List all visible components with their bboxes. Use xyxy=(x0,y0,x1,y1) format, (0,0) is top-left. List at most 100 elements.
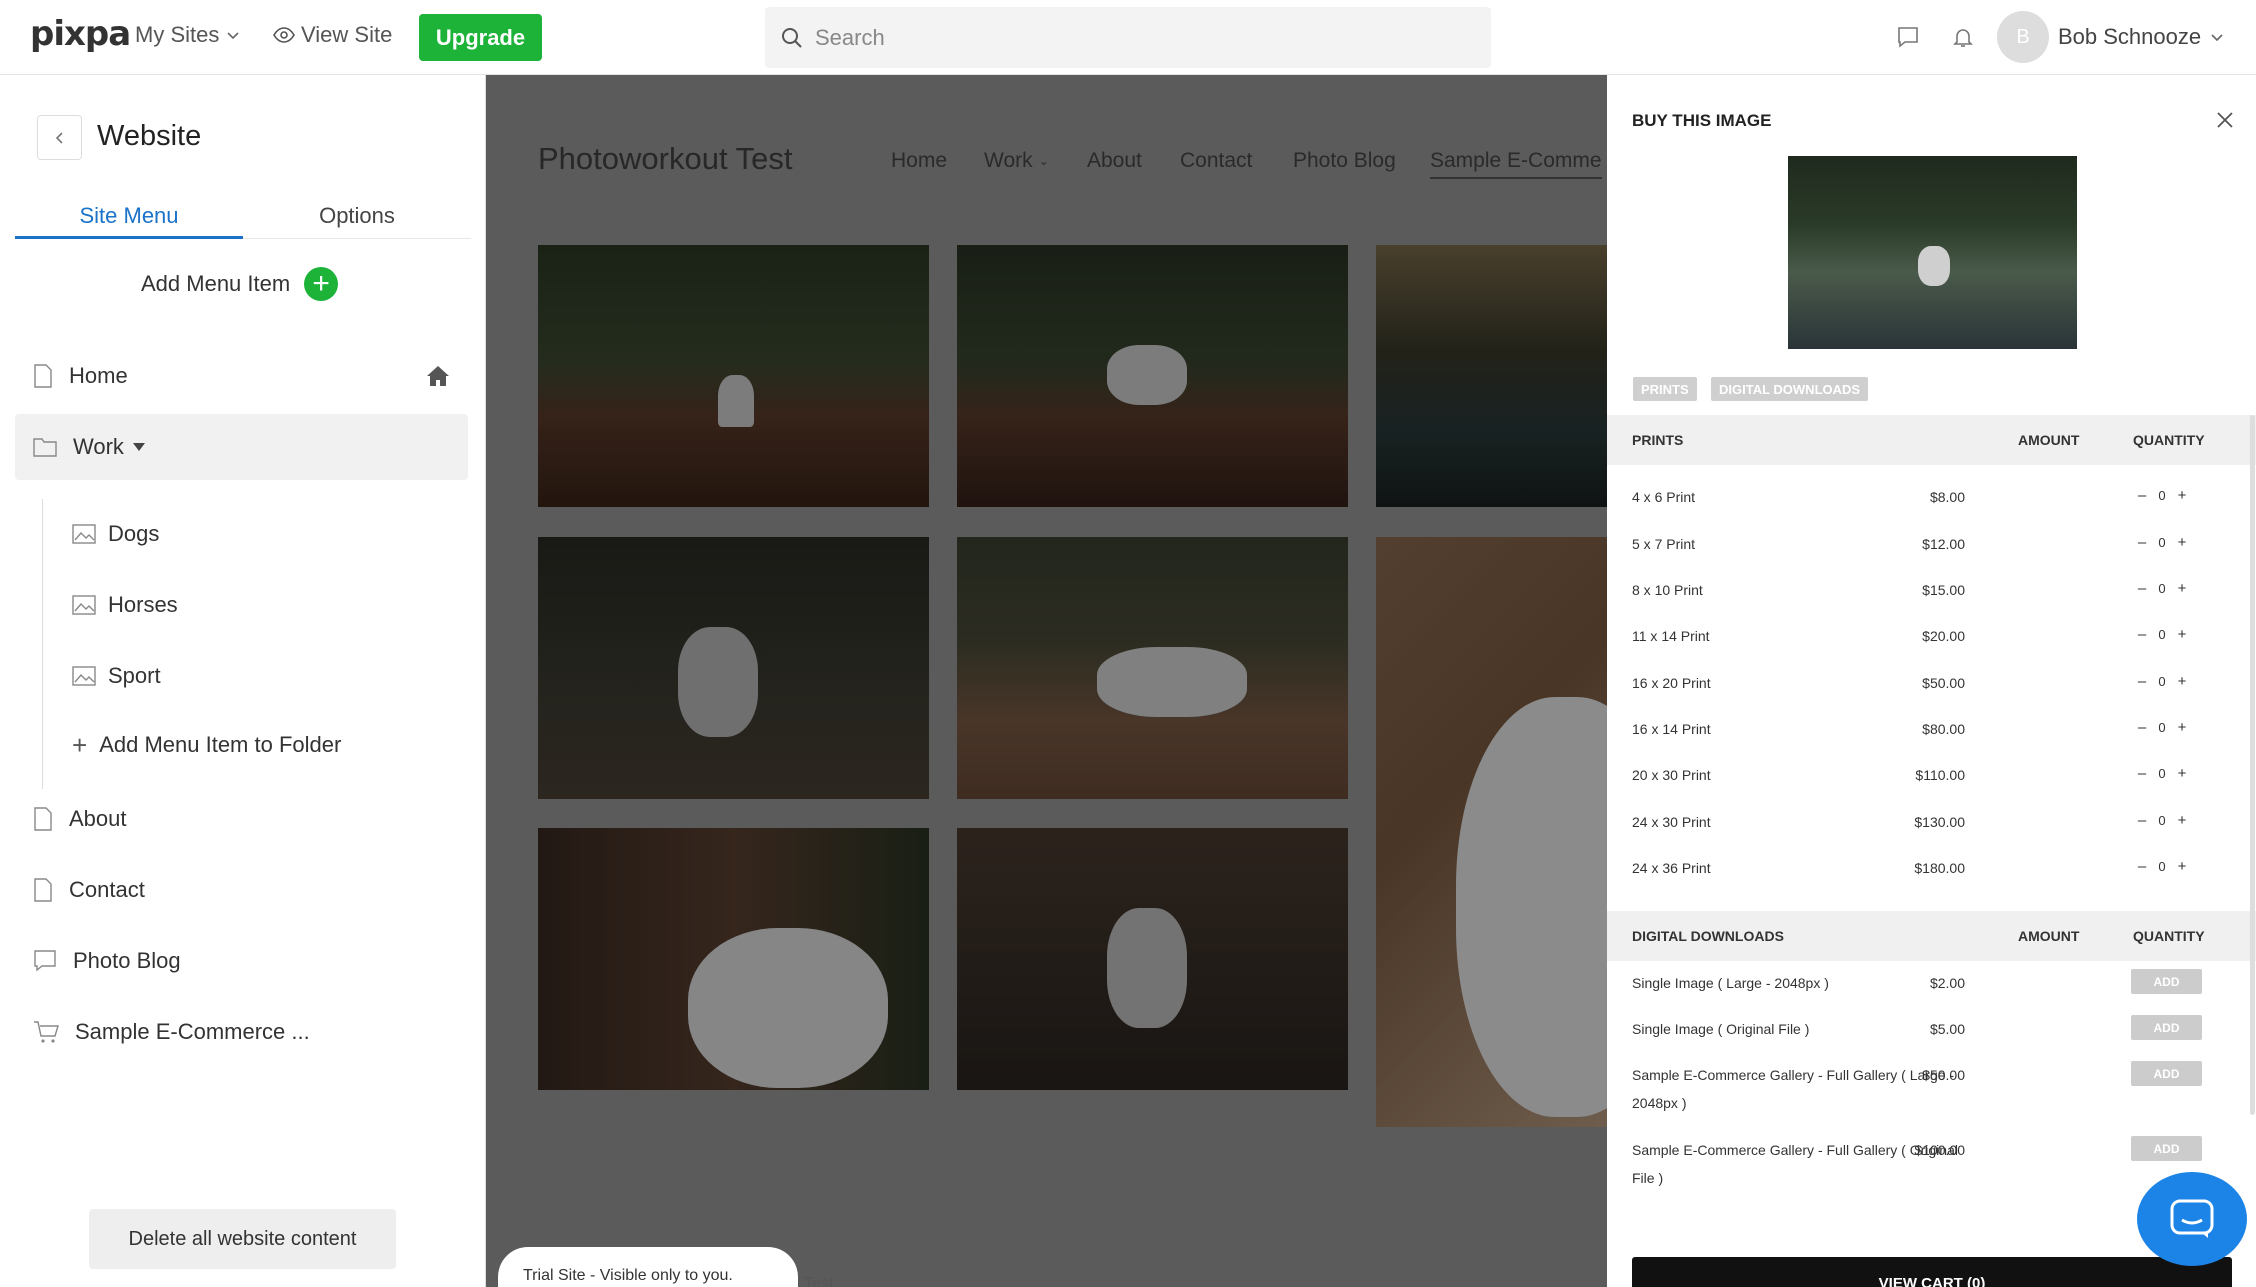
minus-icon[interactable]: – xyxy=(2132,487,2152,504)
plus-icon[interactable]: + xyxy=(2172,719,2192,736)
sidebar-item-work[interactable]: Work xyxy=(15,414,468,480)
print-amount: $130.00 xyxy=(1914,814,1965,830)
add-download-button[interactable]: ADD xyxy=(2131,1136,2202,1161)
site-nav-work[interactable]: Work ⌄ xyxy=(984,149,1049,173)
minus-icon[interactable]: – xyxy=(2132,673,2152,690)
quantity-stepper: –0 + xyxy=(2132,673,2192,690)
download-amount: $50.00 xyxy=(1922,1067,1965,1083)
tab-options[interactable]: Options xyxy=(243,203,471,239)
bell-icon[interactable] xyxy=(1948,22,1978,52)
minus-icon[interactable]: – xyxy=(2132,719,2152,736)
print-amount: $8.00 xyxy=(1929,489,1965,505)
tab-site-menu[interactable]: Site Menu xyxy=(15,203,243,239)
plus-icon[interactable]: + xyxy=(2172,673,2192,690)
add-download-button[interactable]: ADD xyxy=(2131,1061,2202,1086)
site-nav-photo-blog[interactable]: Photo Blog xyxy=(1293,149,1396,173)
delete-all-content-button[interactable]: Delete all website content xyxy=(89,1209,396,1269)
sidebar-item-dogs[interactable]: Dogs xyxy=(42,504,159,564)
eye-icon xyxy=(273,27,295,43)
caret-down-icon xyxy=(132,443,145,451)
plus-icon[interactable]: + xyxy=(2172,858,2192,875)
sidebar: Website Site Menu Options Add Menu Item … xyxy=(0,75,486,1287)
chevron-down-icon: ⌄ xyxy=(1038,154,1049,168)
minus-icon[interactable]: – xyxy=(2132,626,2152,643)
chat-icon[interactable] xyxy=(1893,22,1923,52)
search-input[interactable] xyxy=(815,24,1415,51)
top-bar: pixpa My Sites View Site Upgrade B Bob S… xyxy=(0,0,2256,75)
back-button[interactable] xyxy=(37,115,82,160)
download-amount: $100.00 xyxy=(1914,1142,1965,1158)
prints-col-name: PRINTS xyxy=(1632,432,1684,448)
add-download-button[interactable]: ADD xyxy=(2131,1015,2202,1040)
quantity-value: 0 xyxy=(2158,859,2166,874)
quantity-value: 0 xyxy=(2158,766,2166,781)
avatar[interactable]: B xyxy=(1997,11,2049,63)
site-nav-contact[interactable]: Contact xyxy=(1180,149,1252,173)
prints-col-quantity: QUANTITY xyxy=(2133,432,2205,448)
minus-icon[interactable]: – xyxy=(2132,812,2152,829)
add-menu-item-to-folder[interactable]: + Add Menu Item to Folder xyxy=(42,715,341,775)
sidebar-item-home[interactable]: Home xyxy=(15,343,468,409)
sidebar-item-label: Photo Blog xyxy=(73,948,181,973)
panel-scrollbar[interactable] xyxy=(2250,415,2255,1115)
sidebar-item-contact[interactable]: Contact xyxy=(15,857,468,923)
gallery-photo[interactable] xyxy=(957,245,1348,507)
gallery-photo[interactable] xyxy=(1376,245,1607,507)
add-download-button[interactable]: ADD xyxy=(2131,969,2202,994)
sidebar-item-ecommerce[interactable]: Sample E-Commerce ... xyxy=(15,999,468,1065)
add-to-folder-label: Add Menu Item to Folder xyxy=(99,732,342,757)
print-name: 5 x 7 Print xyxy=(1632,536,1696,552)
sidebar-title: Website xyxy=(97,120,202,152)
sidebar-item-photo-blog[interactable]: Photo Blog xyxy=(15,928,468,994)
quantity-value: 0 xyxy=(2158,674,2166,689)
prints-tag[interactable]: PRINTS xyxy=(1633,377,1697,401)
sidebar-item-label: Home xyxy=(69,363,128,388)
upgrade-button[interactable]: Upgrade xyxy=(419,14,542,61)
plus-icon[interactable]: + xyxy=(2172,534,2192,551)
digital-downloads-tag[interactable]: DIGITAL DOWNLOADS xyxy=(1711,377,1869,401)
site-title[interactable]: Photoworkout Test xyxy=(538,141,792,177)
minus-icon[interactable]: – xyxy=(2132,765,2152,782)
downloads-col-name: DIGITAL DOWNLOADS xyxy=(1632,928,1784,944)
site-nav-about[interactable]: About xyxy=(1087,149,1142,173)
plus-icon[interactable]: + xyxy=(2172,626,2192,643)
gallery-photo[interactable] xyxy=(538,537,929,799)
quantity-value: 0 xyxy=(2158,720,2166,735)
add-menu-item-button[interactable]: Add Menu Item + xyxy=(141,267,339,301)
minus-icon[interactable]: – xyxy=(2132,534,2152,551)
print-name: 11 x 14 Print xyxy=(1632,628,1710,644)
sidebar-item-horses[interactable]: Horses xyxy=(42,575,178,635)
my-sites-dropdown[interactable]: My Sites xyxy=(135,22,241,48)
sidebar-item-about[interactable]: About xyxy=(15,786,468,852)
plus-circle-icon: + xyxy=(304,267,339,301)
plus-icon[interactable]: + xyxy=(2172,812,2192,829)
pixpa-logo[interactable]: pixpa xyxy=(30,14,131,54)
chat-support-button[interactable] xyxy=(2137,1172,2247,1266)
quantity-value: 0 xyxy=(2158,627,2166,642)
download-amount: $2.00 xyxy=(1929,975,1965,991)
plus-icon[interactable]: + xyxy=(2172,487,2192,504)
sidebar-item-label: Sample E-Commerce ... xyxy=(75,1019,310,1044)
sidebar-tabs: Site Menu Options xyxy=(15,203,471,239)
gallery-photo[interactable] xyxy=(538,245,929,507)
plus-icon[interactable]: + xyxy=(2172,580,2192,597)
plus-icon[interactable]: + xyxy=(2172,765,2192,782)
close-icon[interactable] xyxy=(2210,105,2240,135)
site-nav-work-label: Work xyxy=(984,149,1033,172)
user-menu[interactable]: Bob Schnooze xyxy=(2058,24,2225,50)
view-cart-button[interactable]: VIEW CART (0) xyxy=(1632,1257,2232,1287)
view-site-link[interactable]: View Site xyxy=(273,22,392,48)
sidebar-item-sport[interactable]: Sport xyxy=(42,646,161,706)
trial-site-notice: Trial Site - Visible only to you. xyxy=(498,1247,798,1287)
gallery-photo[interactable] xyxy=(957,828,1348,1090)
site-nav-ecommerce[interactable]: Sample E-Comme xyxy=(1430,149,1602,179)
footer-text: Test xyxy=(804,1275,834,1287)
site-nav-home[interactable]: Home xyxy=(891,149,947,173)
gallery-photo[interactable] xyxy=(957,537,1348,799)
minus-icon[interactable]: – xyxy=(2132,858,2152,875)
minus-icon[interactable]: – xyxy=(2132,580,2152,597)
my-sites-label: My Sites xyxy=(135,22,220,47)
gallery-photo[interactable] xyxy=(538,828,929,1090)
gallery-photo[interactable] xyxy=(1376,537,1607,1127)
buy-image-panel: BUY THIS IMAGE PRINTS DIGITAL DOWNLOADS … xyxy=(1607,75,2256,1287)
